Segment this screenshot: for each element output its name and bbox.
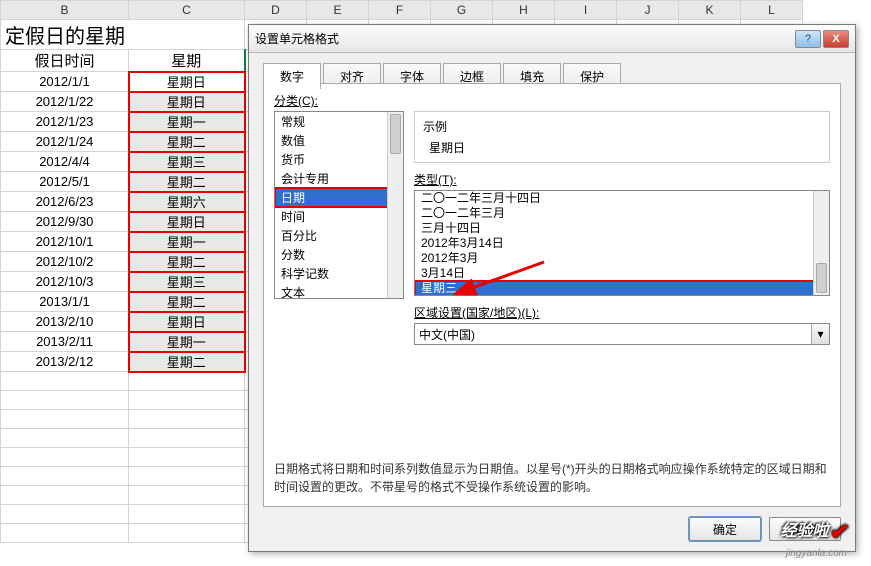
close-button[interactable]: X bbox=[823, 30, 849, 48]
col-header[interactable]: B bbox=[1, 1, 129, 20]
cell-weekday[interactable]: 星期日 bbox=[129, 92, 245, 112]
category-item[interactable]: 货币 bbox=[275, 150, 403, 169]
category-item[interactable]: 日期 bbox=[275, 188, 403, 207]
category-label: 分类(C): bbox=[274, 92, 830, 109]
sample-box: 示例 星期日 bbox=[414, 111, 830, 163]
cell-weekday[interactable]: 星期一 bbox=[129, 112, 245, 132]
help-button[interactable]: ? bbox=[795, 30, 821, 48]
category-item[interactable]: 分数 bbox=[275, 245, 403, 264]
type-item[interactable]: 三月十四日 bbox=[415, 221, 829, 236]
category-item[interactable]: 数值 bbox=[275, 131, 403, 150]
type-label: 类型(T): bbox=[414, 171, 830, 188]
cell-weekday[interactable]: 星期二 bbox=[129, 292, 245, 312]
type-item[interactable]: 3月14日 bbox=[415, 266, 829, 281]
cell-date[interactable]: 2013/2/12 bbox=[1, 352, 129, 372]
locale-combobox[interactable]: 中文(中国) ▾ bbox=[414, 323, 830, 345]
cell-weekday[interactable]: 星期二 bbox=[129, 352, 245, 372]
col-header[interactable]: K bbox=[679, 1, 741, 20]
cell-date[interactable]: 2012/10/2 bbox=[1, 252, 129, 272]
col-header[interactable]: E bbox=[307, 1, 369, 20]
scrollbar[interactable] bbox=[387, 112, 403, 298]
type-item[interactable]: 星期三 bbox=[415, 281, 829, 296]
type-item[interactable]: 2012年3月14日 bbox=[415, 236, 829, 251]
cell-date[interactable]: 2013/2/11 bbox=[1, 332, 129, 352]
cell-date[interactable]: 2012/1/1 bbox=[1, 72, 129, 92]
category-item[interactable]: 时间 bbox=[275, 207, 403, 226]
locale-label: 区域设置(国家/地区)(L): bbox=[414, 304, 830, 321]
cell-weekday[interactable]: 星期三 bbox=[129, 272, 245, 292]
format-description: 日期格式将日期和时间系列数值显示为日期值。以星号(*)开头的日期格式响应操作系统… bbox=[274, 460, 830, 496]
cell-weekday[interactable]: 星期三 bbox=[129, 152, 245, 172]
header-weekday[interactable]: 星期 bbox=[129, 50, 245, 72]
cell-date[interactable]: 2012/4/4 bbox=[1, 152, 129, 172]
col-header[interactable]: L bbox=[741, 1, 803, 20]
cell-weekday[interactable]: 星期六 bbox=[129, 192, 245, 212]
column-headers-row: B C D E F G H I J K L bbox=[1, 1, 803, 20]
cell-date[interactable]: 2013/1/1 bbox=[1, 292, 129, 312]
cell-date[interactable]: 2012/1/24 bbox=[1, 132, 129, 152]
scrollbar[interactable] bbox=[813, 191, 829, 295]
type-item[interactable]: 二〇一二年三月十四日 bbox=[415, 191, 829, 206]
sample-label: 示例 bbox=[423, 118, 821, 135]
cell-weekday[interactable]: 星期一 bbox=[129, 332, 245, 352]
cell-weekday[interactable]: 星期二 bbox=[129, 252, 245, 272]
sample-value: 星期日 bbox=[423, 139, 821, 156]
cell-weekday[interactable]: 星期二 bbox=[129, 172, 245, 192]
category-item[interactable]: 常规 bbox=[275, 112, 403, 131]
category-item[interactable]: 文本 bbox=[275, 283, 403, 299]
locale-value: 中文(中国) bbox=[419, 326, 475, 343]
watermark: 经验啦✔ bbox=[781, 517, 847, 545]
cell-date[interactable]: 2012/6/23 bbox=[1, 192, 129, 212]
cell-date[interactable]: 2012/10/3 bbox=[1, 272, 129, 292]
cell-weekday[interactable]: 星期日 bbox=[129, 212, 245, 232]
cell-date[interactable]: 2012/10/1 bbox=[1, 232, 129, 252]
dialog-title: 设置单元格格式 bbox=[255, 30, 795, 47]
format-cells-dialog: 设置单元格格式 ? X 数字 对齐 字体 边框 填充 保护 分类(C): 常规数… bbox=[248, 24, 856, 552]
category-listbox[interactable]: 常规数值货币会计专用日期时间百分比分数科学记数文本特殊自定义 bbox=[274, 111, 404, 299]
cell-date[interactable]: 2013/2/10 bbox=[1, 312, 129, 332]
col-header[interactable]: I bbox=[555, 1, 617, 20]
cell-weekday[interactable]: 星期日 bbox=[129, 312, 245, 332]
category-item[interactable]: 百分比 bbox=[275, 226, 403, 245]
col-header[interactable]: F bbox=[369, 1, 431, 20]
sheet-title[interactable]: 定假日的星期 bbox=[1, 20, 245, 50]
ok-button[interactable]: 确定 bbox=[689, 517, 761, 541]
tab-number[interactable]: 数字 bbox=[263, 63, 321, 89]
category-item[interactable]: 科学记数 bbox=[275, 264, 403, 283]
col-header[interactable]: C bbox=[129, 1, 245, 20]
cell-date[interactable]: 2012/5/1 bbox=[1, 172, 129, 192]
dialog-titlebar[interactable]: 设置单元格格式 ? X bbox=[249, 25, 855, 53]
col-header[interactable]: H bbox=[493, 1, 555, 20]
type-item[interactable]: 二〇一二年三月 bbox=[415, 206, 829, 221]
col-header[interactable]: J bbox=[617, 1, 679, 20]
header-date[interactable]: 假日时间 bbox=[1, 50, 129, 72]
watermark-url: jingyanla.com bbox=[786, 548, 847, 559]
chevron-down-icon[interactable]: ▾ bbox=[811, 324, 829, 344]
type-listbox[interactable]: 二〇一二年三月十四日二〇一二年三月三月十四日2012年3月14日2012年3月3… bbox=[414, 190, 830, 296]
cell-weekday[interactable]: 星期二 bbox=[129, 132, 245, 152]
cell-date[interactable]: 2012/9/30 bbox=[1, 212, 129, 232]
cell-date[interactable]: 2012/1/22 bbox=[1, 92, 129, 112]
type-item[interactable]: 2012年3月 bbox=[415, 251, 829, 266]
col-header[interactable]: G bbox=[431, 1, 493, 20]
category-item[interactable]: 会计专用 bbox=[275, 169, 403, 188]
tab-panel-number: 分类(C): 常规数值货币会计专用日期时间百分比分数科学记数文本特殊自定义 示例… bbox=[263, 83, 841, 507]
cell-weekday[interactable]: 星期日 bbox=[129, 72, 245, 92]
cell-date[interactable]: 2012/1/23 bbox=[1, 112, 129, 132]
col-header[interactable]: D bbox=[245, 1, 307, 20]
cell-weekday[interactable]: 星期一 bbox=[129, 232, 245, 252]
